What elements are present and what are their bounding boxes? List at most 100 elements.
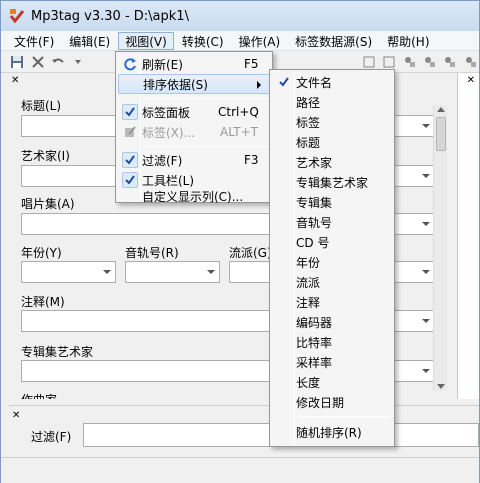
menu-item-label: 比特率 [296,335,333,350]
album-label: 唱片集(A) [21,197,75,211]
menu-item-label: 标题 [296,135,321,150]
menu-item-label: 注释 [296,295,321,310]
chevron-down-icon[interactable] [420,266,432,278]
view-menu-dropdown: 刷新(E) F5 排序依据(S) 标签面板 Ctrl+Q 标签(X)... AL… [115,51,273,206]
menu-edit[interactable]: 编辑(E) [62,32,117,50]
menu-item-label: 标签(X)... [142,125,196,140]
menu-item-custom-columns[interactable]: 自定义显示列(C)... [118,186,270,206]
menu-item-label: 路径 [296,95,321,110]
menu-item-label: 流派 [296,275,321,290]
menu-item-shortcut: Ctrl+Q [218,105,259,119]
sort-item-path[interactable]: 路径 [272,92,392,112]
sort-item-bitrate[interactable]: 比特率 [272,332,392,352]
chevron-down-icon[interactable] [101,266,113,278]
menu-actions[interactable]: 操作(A) [232,32,288,50]
sort-item-artist[interactable]: 艺术家 [272,152,392,172]
checkmark-icon [276,74,292,90]
tag-panel-scrollbar[interactable] [433,105,447,391]
tag-panel-close-icon[interactable]: ✕ [11,75,19,86]
title-label: 标题(L) [21,99,62,113]
menu-item-label: 音轨号 [296,215,333,230]
filter-close-icon[interactable]: ✕ [12,410,20,421]
menu-item-label: 专辑集艺术家 [296,175,369,190]
chevron-down-icon[interactable] [420,218,432,230]
menu-item-shortcut: F3 [244,153,259,167]
tag-source-icon-c[interactable] [442,53,458,71]
sort-item-comment[interactable]: 注释 [272,292,392,312]
remove-tag-icon[interactable] [29,53,45,71]
menu-item-label: 文件名 [296,75,333,90]
menu-item-label: 长度 [296,375,321,390]
scroll-down-icon[interactable] [437,384,445,389]
sort-item-random[interactable]: 随机排序(R) [272,422,392,442]
toolbar-icon-b[interactable] [381,53,397,71]
menu-item-filter[interactable]: 过滤(F) F3 [118,150,270,170]
track-label: 音轨号(R) [125,246,179,260]
menu-file[interactable]: 文件(F) [7,32,61,50]
undo-dropdown-icon[interactable] [70,53,86,71]
sort-item-encoder[interactable]: 编码器 [272,312,392,332]
undo-icon[interactable] [50,53,66,71]
menu-item-label: 标签 [296,115,321,130]
menu-item-sort-by[interactable]: 排序依据(S) [118,74,270,94]
sort-item-samplerate[interactable]: 采样率 [272,352,392,372]
year-label: 年份(Y) [21,246,62,260]
save-icon[interactable] [9,53,25,71]
track-combobox[interactable] [125,261,220,283]
menu-item-label: 随机排序(R) [296,425,362,440]
file-list-pane[interactable]: ✕ [457,73,479,399]
menu-item-label: 刷新(E) [142,57,183,72]
tag-source-icon-d[interactable] [463,53,479,71]
tag-source-icon-b[interactable] [422,53,438,71]
comment-label: 注释(M) [21,295,65,309]
sort-item-track[interactable]: 音轨号 [272,212,392,232]
chevron-down-icon[interactable] [205,266,217,278]
menu-item-label: 标签面板 [142,105,191,120]
menu-view[interactable]: 视图(V) [118,31,174,50]
menu-help[interactable]: 帮助(H) [380,32,436,50]
menu-item-label: 采样率 [296,355,333,370]
scroll-thumb[interactable] [436,117,446,151]
menu-item-label: 年份 [296,255,321,270]
year-combobox[interactable] [21,261,116,283]
chevron-down-icon[interactable] [420,315,432,327]
chevron-down-icon[interactable] [420,170,432,182]
menu-item-refresh[interactable]: 刷新(E) F5 [118,54,270,74]
menu-item-shortcut: ALT+T [220,125,258,139]
app-window: Mp3tag v3.30 - D:\apk1\ 文件(F) 编辑(E) 视图(V… [0,0,480,483]
tag-edit-icon [122,124,138,140]
menu-item-label: 过滤(F) [142,153,183,168]
sort-item-cd-number[interactable]: CD 号 [272,232,392,252]
menu-item-label: 自定义显示列(C)... [142,189,244,204]
chevron-down-icon[interactable] [420,365,432,377]
sort-item-genre[interactable]: 流派 [272,272,392,292]
menu-item-label: 艺术家 [296,155,333,170]
sort-item-tag[interactable]: 标签 [272,112,392,132]
genre-label: 流派(G) [229,246,272,260]
chevron-down-icon[interactable] [420,120,432,132]
menu-item-tag-panel[interactable]: 标签面板 Ctrl+Q [118,102,270,122]
sort-item-title[interactable]: 标题 [272,132,392,152]
checkmark-icon [122,152,138,168]
file-list-close-icon[interactable]: ✕ [467,75,475,86]
submenu-arrow-icon [257,81,261,89]
sort-item-modified-date[interactable]: 修改日期 [272,392,392,412]
mp3tag-app-icon [9,9,25,24]
sort-item-year[interactable]: 年份 [272,252,392,272]
title-bar[interactable]: Mp3tag v3.30 - D:\apk1\ [1,1,479,31]
menu-item-label: 编码器 [296,315,333,330]
sort-item-album-artist[interactable]: 专辑集艺术家 [272,172,392,192]
filter-panel: ✕ 过滤(F) [9,405,479,457]
menu-item-label: 专辑集 [296,195,333,210]
menu-item-label: CD 号 [296,235,330,250]
sort-item-length[interactable]: 长度 [272,372,392,392]
toolbar-icon-a[interactable] [361,53,377,71]
scroll-up-icon[interactable] [437,107,445,112]
tag-source-icon-a[interactable] [401,53,417,71]
menu-convert[interactable]: 转换(C) [175,32,231,50]
menu-tag-sources[interactable]: 标签数据源(S) [288,32,379,50]
menu-item-tags[interactable]: 标签(X)... ALT+T [118,122,270,142]
sort-item-album[interactable]: 专辑集 [272,192,392,212]
sort-item-filename[interactable]: 文件名 [272,72,392,92]
artist-label: 艺术家(I) [21,149,70,163]
